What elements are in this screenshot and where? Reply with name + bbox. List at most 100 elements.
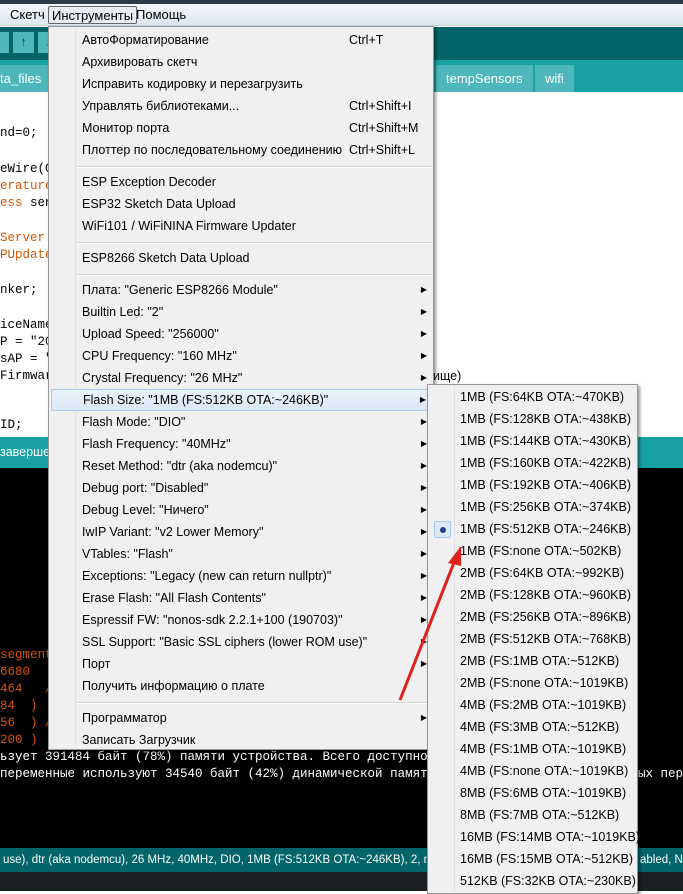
submenu-arrow-icon: ▶ xyxy=(420,351,427,360)
console-line: segment xyxy=(0,648,53,662)
menu-item[interactable]: ESP32 Sketch Data Upload xyxy=(51,193,431,215)
flash-size-option[interactable]: 8MB (FS:7MB OTA:~512KB) xyxy=(430,804,635,826)
flash-size-option-label: 16MB (FS:14MB OTA:~1019KB) xyxy=(460,830,641,844)
flash-size-option-label: 2MB (FS:none OTA:~1019KB) xyxy=(460,676,629,690)
flash-size-option-label: 1MB (FS:192KB OTA:~406KB) xyxy=(460,478,632,492)
menu-separator xyxy=(77,274,431,276)
menu-item[interactable]: Flash Frequency: "40MHz" ▶ xyxy=(51,433,431,455)
menu-item[interactable]: Crystal Frequency: "26 MHz" ▶ xyxy=(51,367,431,389)
menu-item[interactable]: Программатор ▶ xyxy=(51,707,431,729)
flash-size-option[interactable]: 2MB (FS:128KB OTA:~960KB) xyxy=(430,584,635,606)
menu-item-label: CPU Frequency: "160 MHz" xyxy=(82,349,237,363)
menu-tools[interactable]: Инструменты xyxy=(48,6,138,24)
upload-icon[interactable]: ↑ xyxy=(13,32,34,53)
menu-item-label: Exceptions: "Legacy (new can return null… xyxy=(82,569,332,583)
menu-item[interactable]: WiFi101 / WiFiNINA Firmware Updater xyxy=(51,215,431,237)
menu-item[interactable]: Upload Speed: "256000" ▶ xyxy=(51,323,431,345)
menu-item[interactable]: Builtin Led: "2" ▶ xyxy=(51,301,431,323)
menubar: Скетч Инструменты Помощь xyxy=(0,4,683,26)
menu-item[interactable]: Исправить кодировку и перезагрузить xyxy=(51,73,431,95)
flash-size-option-label: 1MB (FS:512KB OTA:~246KB) xyxy=(460,522,632,536)
menu-item-label: Программатор xyxy=(82,711,167,725)
console-line: 6680 xyxy=(0,665,31,679)
menu-item[interactable]: Монитор порта Ctrl+Shift+M xyxy=(51,117,431,139)
flash-size-option[interactable]: 2MB (FS:none OTA:~1019KB) xyxy=(430,672,635,694)
menu-item[interactable]: Debug Level: "Ничего" ▶ xyxy=(51,499,431,521)
flash-size-option[interactable]: 16MB (FS:14MB OTA:~1019KB) xyxy=(430,826,640,848)
menu-item-shortcut: Ctrl+T xyxy=(349,33,384,47)
code-line: Server xyxy=(0,231,46,245)
flash-size-option[interactable]: 4MB (FS:1MB OTA:~1019KB) xyxy=(430,738,635,760)
menu-item[interactable]: АвтоФорматирование Ctrl+T xyxy=(51,29,431,51)
menu-item[interactable]: ESP Exception Decoder xyxy=(51,171,431,193)
flash-size-option-label: 4MB (FS:3MB OTA:~512KB) xyxy=(460,720,620,734)
menu-item-shortcut: Ctrl+Shift+L xyxy=(349,143,416,157)
menu-item[interactable]: IwIP Variant: "v2 Lower Memory" ▶ xyxy=(51,521,431,543)
menu-item-label: Порт xyxy=(82,657,111,671)
menu-item[interactable]: Порт ▶ xyxy=(51,653,431,675)
flash-size-option-label: 2MB (FS:256KB OTA:~896KB) xyxy=(460,610,632,624)
menu-item-label: Исправить кодировку и перезагрузить xyxy=(82,77,303,91)
flash-size-option[interactable]: 1MB (FS:144KB OTA:~430KB) xyxy=(430,430,635,452)
flash-size-option[interactable]: 4MB (FS:none OTA:~1019KB) xyxy=(430,760,635,782)
menu-item[interactable]: Записать Загрузчик xyxy=(51,729,431,751)
menu-help[interactable]: Помощь xyxy=(133,6,189,24)
code-line: ess sen xyxy=(0,196,53,210)
menu-item[interactable]: Debug port: "Disabled" ▶ xyxy=(51,477,431,499)
menu-item-label: Erase Flash: "All Flash Contents" xyxy=(82,591,266,605)
menu-item[interactable]: Espressif FW: "nonos-sdk 2.2.1+100 (1907… xyxy=(51,609,431,631)
tab-wifi[interactable]: wifi xyxy=(535,65,574,92)
flash-size-option-label: 2MB (FS:512KB OTA:~768KB) xyxy=(460,632,632,646)
console-line: 84 ) xyxy=(0,699,38,713)
flash-size-option[interactable]: 2MB (FS:64KB OTA:~992KB) xyxy=(430,562,635,584)
menu-item[interactable]: ESP8266 Sketch Data Upload xyxy=(51,247,431,269)
console-line: 56 ) / xyxy=(0,716,53,730)
flash-size-option[interactable]: 8MB (FS:6MB OTA:~1019KB) xyxy=(430,782,635,804)
menu-sketch[interactable]: Скетч xyxy=(7,6,48,24)
radio-selected-icon xyxy=(434,521,451,538)
flash-size-option[interactable]: 512KB (FS:32KB OTA:~230KB) xyxy=(430,870,636,892)
menu-item[interactable]: Получить информацию о плате xyxy=(51,675,431,697)
flash-size-option-label: 2MB (FS:1MB OTA:~512KB) xyxy=(460,654,620,668)
menu-item-label: IwIP Variant: "v2 Lower Memory" xyxy=(82,525,264,539)
menu-item-shortcut: Ctrl+Shift+M xyxy=(349,121,419,135)
flash-size-option[interactable]: 1MB (FS:128KB OTA:~438KB) xyxy=(430,408,635,430)
menu-item-label: WiFi101 / WiFiNINA Firmware Updater xyxy=(82,219,296,233)
flash-size-option-label: 1MB (FS:64KB OTA:~470KB) xyxy=(460,390,625,404)
flash-size-option[interactable]: 2MB (FS:1MB OTA:~512KB) xyxy=(430,650,635,672)
menu-item[interactable]: Архивировать скетч xyxy=(51,51,431,73)
menu-item[interactable]: Flash Mode: "DIO" ▶ xyxy=(51,411,431,433)
menu-item-label: Reset Method: "dtr (aka nodemcu)" xyxy=(82,459,278,473)
flash-size-option[interactable]: 2MB (FS:256KB OTA:~896KB) xyxy=(430,606,635,628)
menu-item[interactable]: Exceptions: "Legacy (new can return null… xyxy=(51,565,431,587)
flash-size-option[interactable]: 1MB (FS:64KB OTA:~470KB) xyxy=(430,386,635,408)
tools-menu: АвтоФорматирование Ctrl+T Архивировать ске… xyxy=(48,26,434,750)
flash-size-option-label: 2MB (FS:64KB OTA:~992KB) xyxy=(460,566,625,580)
submenu-arrow-icon: ▶ xyxy=(420,329,427,338)
tab-tempsensors[interactable]: tempSensors xyxy=(436,65,533,92)
flash-size-option[interactable]: 4MB (FS:2MB OTA:~1019KB) xyxy=(430,694,635,716)
menu-item[interactable]: Erase Flash: "All Flash Contents" ▶ xyxy=(51,587,431,609)
flash-size-option[interactable]: 16MB (FS:15MB OTA:~512KB) xyxy=(430,848,635,870)
menu-item[interactable]: VTables: "Flash" ▶ xyxy=(51,543,431,565)
console-line: 200 ) xyxy=(0,733,38,747)
menu-item[interactable]: CPU Frequency: "160 MHz" ▶ xyxy=(51,345,431,367)
menu-item[interactable]: Управлять библиотеками... Ctrl+Shift+I xyxy=(51,95,431,117)
menu-item[interactable]: Flash Size: "1MB (FS:512KB OTA:~246KB)" ▶ xyxy=(51,389,431,411)
menu-item[interactable]: Плоттер по последовательному соединению C… xyxy=(51,139,431,161)
menu-item-label: Плоттер по последовательному соединению xyxy=(82,143,342,157)
flash-size-option[interactable]: 1MB (FS:160KB OTA:~422KB) xyxy=(430,452,635,474)
flash-size-option[interactable]: 4MB (FS:3MB OTA:~512KB) xyxy=(430,716,635,738)
flash-size-option[interactable]: 1MB (FS:none OTA:~502KB) xyxy=(430,540,635,562)
tab-data-files[interactable]: ta_files xyxy=(0,65,52,92)
console-line: 464 / xyxy=(0,682,53,696)
flash-size-option[interactable]: 1MB (FS:256KB OTA:~374KB) xyxy=(430,496,635,518)
flash-size-option[interactable]: 1MB (FS:512KB OTA:~246KB) xyxy=(430,518,635,540)
flash-size-option[interactable]: 1MB (FS:192KB OTA:~406KB) xyxy=(430,474,635,496)
menu-item[interactable]: SSL Support: "Basic SSL ciphers (lower R… xyxy=(51,631,431,653)
flash-size-option[interactable]: 2MB (FS:512KB OTA:~768KB) xyxy=(430,628,635,650)
menu-item[interactable]: Плата: "Generic ESP8266 Module" ▶ xyxy=(51,279,431,301)
save-button[interactable] xyxy=(0,32,9,53)
menu-item[interactable]: Reset Method: "dtr (aka nodemcu)" ▶ xyxy=(51,455,431,477)
flash-size-option-label: 4MB (FS:none OTA:~1019KB) xyxy=(460,764,629,778)
